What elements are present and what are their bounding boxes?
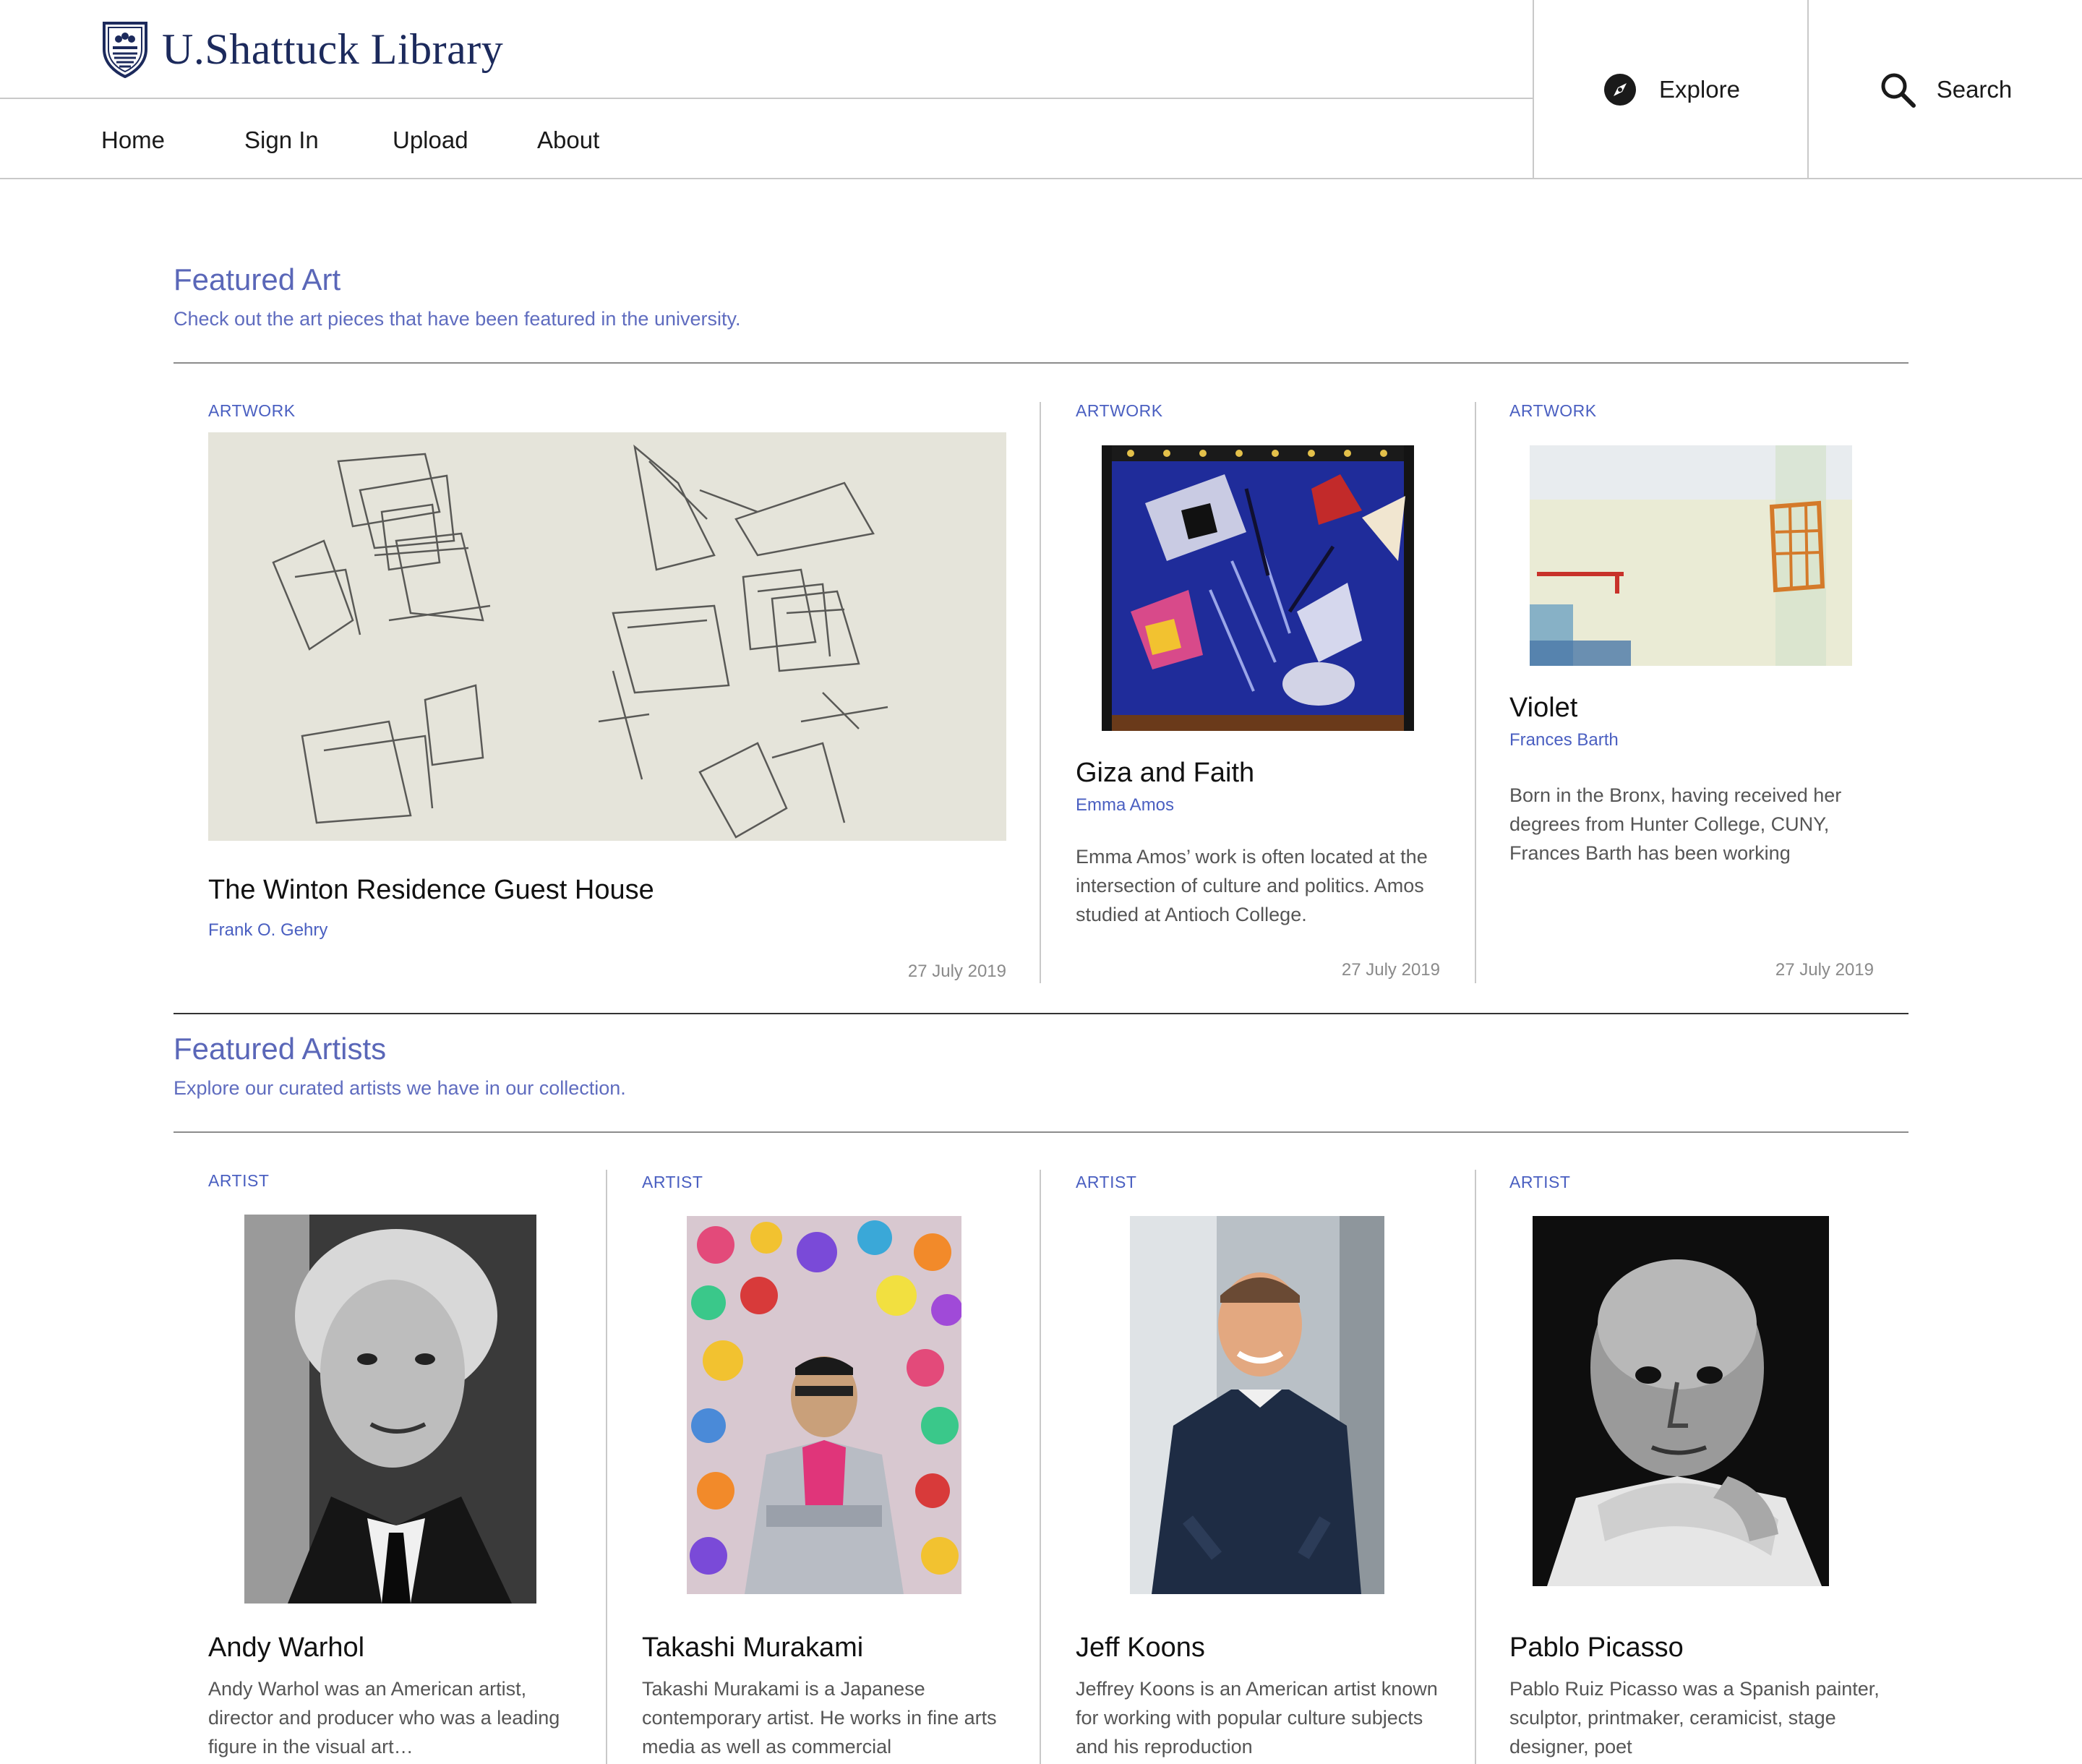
artwork-author[interactable]: Frank O. Gehry [208, 920, 327, 941]
artist-description: Takashi Murakami is a Japanese contempor… [642, 1678, 997, 1757]
site-title: U.Shattuck Library [162, 25, 504, 73]
artwork-description: Born in the Bronx, having received her d… [1509, 784, 1842, 864]
featured-art-subtitle: Check out the art pieces that have been … [174, 308, 741, 330]
nav-home[interactable]: Home [101, 127, 165, 154]
artwork-image-barth[interactable] [1530, 445, 1852, 666]
artist-name[interactable]: Andy Warhol [208, 1632, 364, 1664]
artwork-date: 27 July 2019 [1775, 960, 1874, 980]
artwork-tag: ARTWORK [208, 401, 296, 420]
artwork-tag: ARTWORK [1076, 401, 1163, 420]
artist-portrait-picasso[interactable] [1533, 1216, 1829, 1586]
artwork-description: Emma Amos’ work is often located at the … [1076, 846, 1428, 925]
nav-about[interactable]: About [537, 127, 599, 154]
column-divider [1475, 402, 1476, 983]
site-header: U.Shattuck Library Home Sign In Upload A… [0, 0, 2082, 179]
artist-portrait-murakami[interactable] [687, 1216, 961, 1594]
artwork-title[interactable]: Giza and Faith [1076, 758, 1254, 789]
artist-portrait-koons[interactable] [1130, 1216, 1384, 1594]
artist-name[interactable]: Takashi Murakami [642, 1632, 863, 1664]
compass-icon [1604, 74, 1637, 106]
search-button[interactable]: Search [1807, 0, 2082, 179]
explore-button[interactable]: Explore [1533, 0, 1807, 179]
artist-description: Jeffrey Koons is an American artist know… [1076, 1678, 1438, 1757]
featured-art-divider [174, 362, 1908, 364]
artwork-image-amos[interactable] [1102, 445, 1414, 731]
artwork-title[interactable]: The Winton Residence Guest House [208, 875, 654, 906]
column-divider [1475, 1170, 1476, 1764]
brand-row: U.Shattuck Library [0, 0, 1533, 99]
artist-description: Pablo Ruiz Picasso was a Spanish painter… [1509, 1678, 1880, 1757]
column-divider [606, 1170, 607, 1764]
magnifier-icon [1881, 73, 1916, 108]
artwork-tag: ARTWORK [1509, 401, 1597, 420]
artwork-date: 27 July 2019 [1341, 960, 1440, 980]
artwork-date: 27 July 2019 [907, 962, 1006, 981]
main-nav: Home Sign In Upload About [0, 100, 1533, 179]
featured-art-title: Featured Art [174, 262, 341, 296]
featured-artists-divider [174, 1131, 1908, 1133]
featured-artists-subtitle: Explore our curated artists we have in o… [174, 1077, 626, 1099]
artist-portrait-warhol[interactable] [244, 1215, 536, 1604]
artist-name[interactable]: Jeff Koons [1076, 1632, 1205, 1664]
artwork-title[interactable]: Violet [1509, 693, 1577, 724]
artwork-author[interactable]: Emma Amos [1076, 795, 1174, 815]
artist-tag: ARTIST [1076, 1173, 1137, 1191]
nav-sign-in[interactable]: Sign In [244, 127, 319, 154]
section-divider [174, 1013, 1908, 1014]
artwork-image-gehry[interactable] [208, 432, 1006, 841]
explore-label: Explore [1659, 76, 1740, 103]
column-divider [1040, 402, 1041, 983]
search-label: Search [1936, 76, 2013, 103]
shield-crest-icon [103, 22, 147, 78]
site-logo[interactable]: U.Shattuck Library [101, 20, 503, 78]
artist-tag: ARTIST [642, 1173, 703, 1191]
nav-upload[interactable]: Upload [393, 127, 468, 154]
featured-artists-title: Featured Artists [174, 1032, 387, 1066]
artwork-author[interactable]: Frances Barth [1509, 730, 1619, 750]
artist-tag: ARTIST [208, 1171, 270, 1190]
artist-description: Andy Warhol was an American artist, dire… [208, 1678, 560, 1757]
artist-name[interactable]: Pablo Picasso [1509, 1632, 1684, 1664]
artist-tag: ARTIST [1509, 1173, 1571, 1191]
column-divider [1040, 1170, 1041, 1764]
